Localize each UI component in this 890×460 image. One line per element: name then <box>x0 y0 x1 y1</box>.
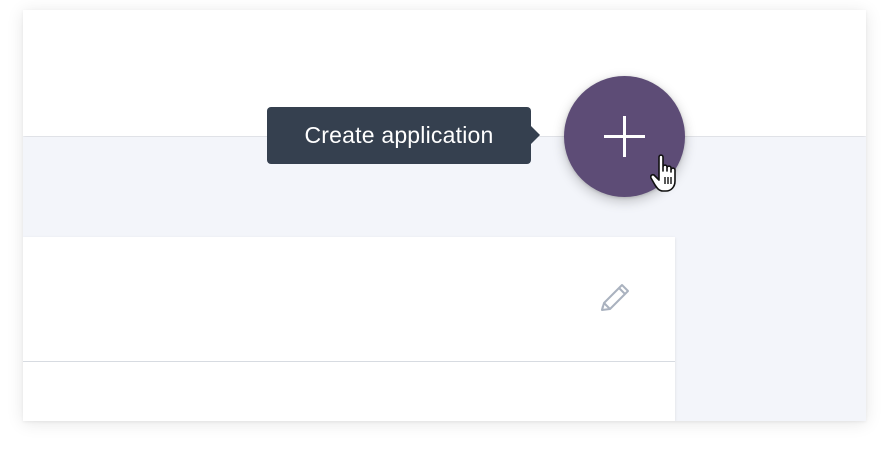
application-card <box>23 237 675 421</box>
card-divider <box>23 361 675 362</box>
pencil-icon[interactable] <box>594 279 634 319</box>
app-frame: Create application <box>23 10 866 421</box>
hand-pointer-icon <box>650 154 676 192</box>
create-application-tooltip: Create application <box>267 107 540 164</box>
plus-icon <box>604 116 645 157</box>
